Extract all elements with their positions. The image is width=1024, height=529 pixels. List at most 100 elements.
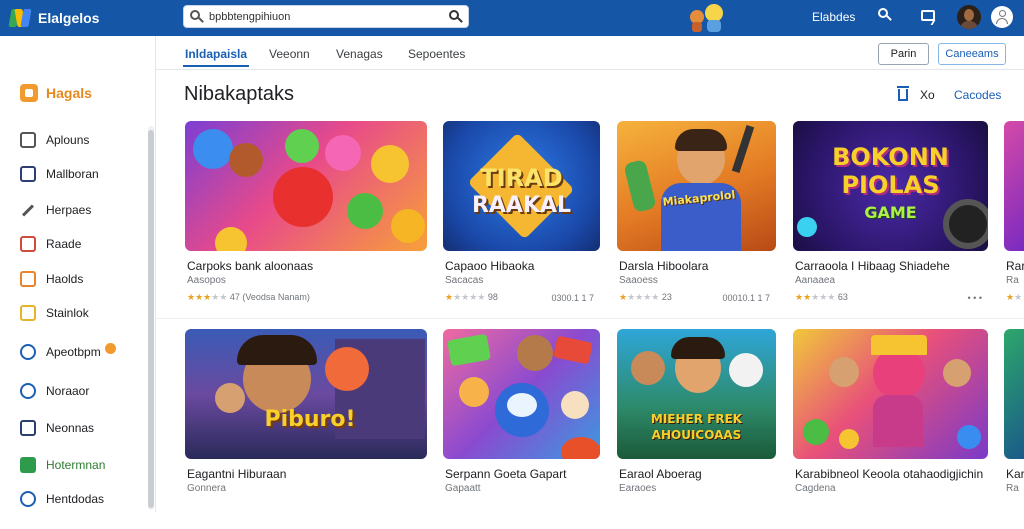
sidebar-item-stainlok[interactable]: Stainlok: [20, 305, 89, 321]
game-title[interactable]: Karabibneol Keoola otahaodigjichin: [795, 467, 983, 481]
circle-icon: [20, 344, 36, 360]
game-title[interactable]: Carpoks bank aloonaas: [187, 259, 313, 273]
globe-icon: [20, 383, 36, 399]
game-title[interactable]: Capaoo Hibaoka: [445, 259, 534, 273]
sidebar-item-mallboran[interactable]: Mallboran: [20, 166, 99, 182]
search-submit-icon[interactable]: [449, 10, 463, 23]
search-icon[interactable]: [878, 8, 896, 26]
game-publisher: Aanaaea: [795, 275, 836, 286]
game-title[interactable]: Darsla Hiboolara: [619, 259, 708, 273]
mascot-icon: [688, 2, 728, 34]
game-thumbnail[interactable]: [1004, 121, 1024, 251]
sidebar-item-raade[interactable]: Raade: [20, 236, 81, 252]
square-icon: [20, 457, 36, 473]
trash-icon[interactable]: [897, 86, 909, 101]
game-publisher: Sacacas: [445, 275, 484, 286]
thumbnail-title: PIOLAS: [841, 171, 940, 199]
tab-sepoentes[interactable]: Sepoentes: [408, 47, 465, 61]
game-rating: ★★★★★ 23: [619, 292, 672, 302]
game-thumbnail[interactable]: TIRAD RAAKAL: [443, 121, 600, 251]
folder-icon: [20, 491, 36, 507]
game-card[interactable]: Miakaprolol Darsla Hiboolara Saaoess ★★★…: [617, 121, 776, 321]
thumbnail-title: RAAKAL: [471, 193, 572, 218]
game-card[interactable]: Karabibneol Keoola otahaodigjichin Cagde…: [793, 329, 988, 529]
tab-veeonn[interactable]: Veeonn: [269, 47, 310, 61]
game-thumbnail[interactable]: MIEHER FREK AHOUICOAAS: [617, 329, 776, 459]
game-title[interactable]: Rar: [1006, 259, 1024, 273]
game-title[interactable]: Eagantni Hiburaan: [187, 467, 286, 481]
game-thumbnail[interactable]: Miakaprolol: [617, 121, 776, 251]
tab-inldapaisla[interactable]: Inldapaisla: [182, 47, 250, 67]
sidebar-scrollbar-thumb[interactable]: [148, 130, 154, 508]
cacodes-link[interactable]: Cacodes: [954, 88, 1001, 102]
app-name: Elalgelos: [38, 10, 100, 26]
game-publisher: Gapaatt: [445, 483, 481, 494]
calendar-icon: [20, 271, 36, 287]
game-meta: 00010.1 1 7: [722, 293, 770, 303]
thumbnail-title: MIEHER FREK: [650, 412, 743, 426]
game-rating: ★★★★★ 98: [445, 292, 498, 302]
game-card[interactable]: Serpann Goeta Gapart Gapaatt: [443, 329, 600, 529]
game-thumbnail[interactable]: [185, 121, 427, 251]
count-label: Xo: [920, 88, 935, 102]
notification-badge: [104, 342, 116, 354]
avatar[interactable]: [957, 5, 981, 29]
search-icon: [190, 10, 204, 23]
game-card[interactable]: BOKONN PIOLAS GAME Carraoola I Hibaag Sh…: [793, 121, 988, 321]
game-publisher: Earaoes: [619, 483, 657, 494]
more-options-icon[interactable]: • • •: [968, 293, 982, 303]
game-publisher: Cagdena: [795, 483, 836, 494]
sidebar-item-aplouns[interactable]: Aplouns: [20, 132, 89, 148]
sidebar-item-haolds[interactable]: Haolds: [20, 271, 83, 287]
note-icon: [20, 305, 36, 321]
game-title[interactable]: Carraoola I Hibaag Shiadehe: [795, 259, 950, 273]
game-card[interactable]: Piburo! Eagantni Hiburaan Gonnera: [185, 329, 427, 529]
game-publisher: Aasopos: [187, 275, 226, 286]
game-thumbnail[interactable]: [443, 329, 600, 459]
sidebar-item-hentdodas[interactable]: Hentdodas: [20, 491, 104, 507]
game-publisher: Ra: [1006, 275, 1019, 286]
sidebar-item-herpaes[interactable]: Herpaes: [20, 202, 91, 218]
game-thumbnail[interactable]: BOKONN PIOLAS GAME: [793, 121, 988, 251]
account-icon[interactable]: [991, 6, 1013, 28]
list-icon: [20, 166, 36, 182]
game-title[interactable]: Kar: [1006, 467, 1024, 481]
sidebar-item-apeotbpm[interactable]: Apeotbpm: [20, 342, 116, 360]
game-thumbnail[interactable]: Piburo!: [185, 329, 427, 459]
game-card[interactable]: TIRAD RAAKAL Capaoo Hibaoka Sacacas ★★★★…: [443, 121, 600, 321]
house-icon: [20, 132, 36, 148]
game-rating: ★★: [1006, 292, 1023, 302]
tab-venagas[interactable]: Venagas: [336, 47, 383, 61]
sidebar-heading[interactable]: Hagals: [20, 84, 92, 102]
page-title: Nibakaptaks: [184, 83, 295, 105]
caneeams-button[interactable]: Caneeams: [938, 43, 1006, 65]
pencil-icon: [20, 202, 36, 218]
sidebar-item-neonnas[interactable]: Neonnas: [20, 420, 94, 436]
game-card[interactable]: MIEHER FREK AHOUICOAAS Earaol Aboerag Ea…: [617, 329, 776, 529]
star-rating-icon: ★★★★★: [187, 292, 228, 302]
parin-button[interactable]: Parin: [878, 43, 929, 65]
bookmark-icon: [20, 236, 36, 252]
app-logo[interactable]: Elalgelos: [8, 8, 160, 28]
game-thumbnail[interactable]: [793, 329, 988, 459]
game-publisher: Saaoess: [619, 275, 658, 286]
star-rating-icon: ★★★★★: [445, 292, 486, 302]
game-title[interactable]: Earaol Aboerag: [619, 467, 702, 481]
sub-navigation: Inldapaisla Veeonn Venagas Sepoentes Par…: [156, 36, 1024, 70]
thumbnail-title: GAME: [864, 203, 917, 222]
sidebar-item-hotermnan[interactable]: Hotermnan: [20, 457, 105, 473]
game-thumbnail[interactable]: [1004, 329, 1024, 459]
game-card[interactable]: Rar Ra ★★: [1004, 121, 1024, 321]
search-bar[interactable]: [183, 5, 469, 28]
search-input[interactable]: [209, 10, 445, 23]
game-card[interactable]: Carpoks bank aloonaas Aasopos ★★★★★ 47 (…: [185, 121, 427, 321]
header-link[interactable]: Elabdes: [812, 10, 855, 24]
thumbnail-title: BOKONN: [832, 143, 949, 171]
game-card[interactable]: Kar Ra: [1004, 329, 1024, 529]
game-title[interactable]: Serpann Goeta Gapart: [445, 467, 566, 481]
row-divider: [156, 318, 1024, 319]
message-icon[interactable]: [920, 8, 938, 26]
top-bar: Elalgelos: [0, 0, 1024, 36]
logo-icon: [8, 8, 32, 28]
sidebar-item-noraaor[interactable]: Noraaor: [20, 383, 89, 399]
